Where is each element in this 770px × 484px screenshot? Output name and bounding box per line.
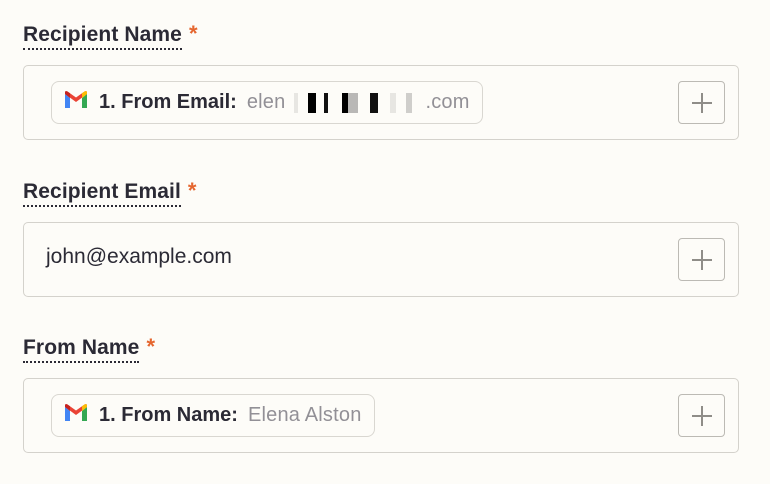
recipient-name-field: Recipient Name * 1. From Email: elen .com: [23, 23, 739, 140]
plus-icon: [691, 249, 712, 270]
add-data-button[interactable]: [678, 238, 725, 281]
recipient-email-label-row: Recipient Email *: [23, 180, 739, 210]
recipient-name-input[interactable]: 1. From Email: elen .com: [23, 65, 739, 140]
from-name-label-row: From Name *: [23, 336, 739, 366]
add-data-button[interactable]: [678, 81, 725, 124]
required-asterisk: *: [146, 334, 155, 359]
recipient-name-label-row: Recipient Name *: [23, 23, 739, 53]
plus-icon: [691, 92, 712, 113]
from-name-pill[interactable]: 1. From Name: Elena Alston: [51, 394, 375, 437]
required-asterisk: *: [188, 21, 198, 46]
gmail-icon: [63, 403, 89, 428]
recipient-email-input[interactable]: john@example.com: [23, 222, 739, 297]
pill-label: 1. From Email:: [99, 91, 237, 113]
required-asterisk: *: [187, 178, 197, 203]
recipient-name-label[interactable]: Recipient Name: [23, 23, 182, 50]
recipient-email-label[interactable]: Recipient Email: [23, 180, 181, 207]
pill-value: elen .com: [247, 91, 470, 114]
from-email-pill[interactable]: 1. From Email: elen .com: [51, 81, 483, 124]
add-data-button[interactable]: [678, 394, 725, 437]
gmail-icon: [63, 90, 89, 115]
from-name-label[interactable]: From Name: [23, 336, 140, 363]
pill-value-suffix: .com: [425, 91, 470, 113]
recipient-email-value[interactable]: john@example.com: [46, 245, 232, 269]
form: Recipient Name * 1. From Email: elen .com: [0, 0, 770, 484]
plus-icon: [691, 405, 712, 426]
from-name-field: From Name * 1. From Name: Elena Alston: [23, 336, 739, 453]
from-name-input[interactable]: 1. From Name: Elena Alston: [23, 378, 739, 453]
pill-value: Elena Alston: [247, 404, 362, 426]
redacted-text: [286, 92, 425, 113]
pill-label: 1. From Name:: [99, 404, 238, 426]
pill-value-prefix: elen: [246, 91, 286, 113]
recipient-email-field: Recipient Email * john@example.com: [23, 180, 739, 297]
